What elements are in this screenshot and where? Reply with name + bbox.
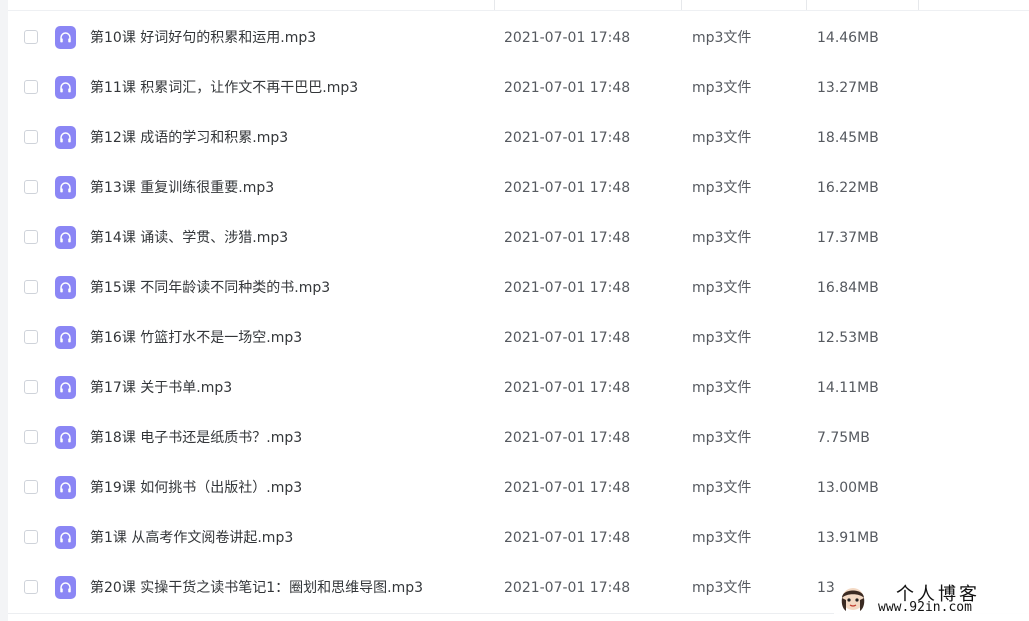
- file-size: 13.91MB: [817, 530, 879, 546]
- avatar-icon: [841, 588, 865, 611]
- column-separator[interactable]: [494, 0, 495, 10]
- row-checkbox[interactable]: [24, 280, 38, 294]
- file-modified-date: 2021-07-01 17:48: [504, 30, 631, 46]
- file-row[interactable]: 第13课 重复训练很重要.mp3 2021-07-01 17:48 mp3文件 …: [8, 163, 1029, 213]
- row-checkbox[interactable]: [24, 80, 38, 94]
- file-row[interactable]: 第1课 从高考作文阅卷讲起.mp3 2021-07-01 17:48 mp3文件…: [8, 513, 1029, 563]
- file-name[interactable]: 第17课 关于书单.mp3: [90, 363, 232, 413]
- file-modified-date: 2021-07-01 17:48: [504, 480, 631, 496]
- file-size: 18.45MB: [817, 130, 879, 146]
- headphones-icon: [55, 376, 76, 399]
- row-checkbox[interactable]: [24, 480, 38, 494]
- column-separator[interactable]: [806, 0, 807, 10]
- headphones-icon: [55, 126, 76, 149]
- file-row[interactable]: 第17课 关于书单.mp3 2021-07-01 17:48 mp3文件 14.…: [8, 363, 1029, 413]
- watermark-url: www.92in.com: [878, 600, 972, 615]
- file-size: 13.27MB: [817, 80, 879, 96]
- file-type: mp3文件: [692, 330, 752, 346]
- file-size: 14.46MB: [817, 30, 879, 46]
- headphones-icon: [55, 176, 76, 199]
- file-name[interactable]: 第12课 成语的学习和积累.mp3: [90, 113, 288, 163]
- file-type: mp3文件: [692, 530, 752, 546]
- file-size: 16.84MB: [817, 280, 879, 296]
- row-checkbox[interactable]: [24, 580, 38, 594]
- file-type: mp3文件: [692, 380, 752, 396]
- file-modified-date: 2021-07-01 17:48: [504, 280, 631, 296]
- file-row[interactable]: 第18课 电子书还是纸质书？.mp3 2021-07-01 17:48 mp3文…: [8, 413, 1029, 463]
- row-checkbox[interactable]: [24, 230, 38, 244]
- row-checkbox[interactable]: [24, 380, 38, 394]
- column-header: [8, 0, 1029, 11]
- file-size: 16.22MB: [817, 180, 879, 196]
- headphones-icon: [55, 276, 76, 299]
- file-modified-date: 2021-07-01 17:48: [504, 180, 631, 196]
- file-row[interactable]: 第15课 不同年龄读不同种类的书.mp3 2021-07-01 17:48 mp…: [8, 263, 1029, 313]
- headphones-icon: [55, 426, 76, 449]
- file-type: mp3文件: [692, 80, 752, 96]
- row-checkbox[interactable]: [24, 530, 38, 544]
- file-name[interactable]: 第16课 竹篮打水不是一场空.mp3: [90, 313, 302, 363]
- file-name[interactable]: 第11课 积累词汇，让作文不再干巴巴.mp3: [90, 63, 358, 113]
- file-name[interactable]: 第20课 实操干货之读书笔记1：圈划和思维导图.mp3: [90, 563, 423, 613]
- file-size: 7.75MB: [817, 430, 870, 446]
- file-type: mp3文件: [692, 130, 752, 146]
- file-modified-date: 2021-07-01 17:48: [504, 380, 631, 396]
- file-modified-date: 2021-07-01 17:48: [504, 330, 631, 346]
- file-modified-date: 2021-07-01 17:48: [504, 580, 631, 596]
- file-list: 第10课 好词好句的积累和运用.mp3 2021-07-01 17:48 mp3…: [8, 13, 1029, 613]
- file-type: mp3文件: [692, 30, 752, 46]
- file-name[interactable]: 第18课 电子书还是纸质书？.mp3: [90, 413, 302, 463]
- file-name[interactable]: 第15课 不同年龄读不同种类的书.mp3: [90, 263, 330, 313]
- file-row[interactable]: 第14课 诵读、学贯、涉猎.mp3 2021-07-01 17:48 mp3文件…: [8, 213, 1029, 263]
- column-separator[interactable]: [918, 0, 919, 10]
- file-size: 13: [817, 580, 835, 596]
- file-size: 14.11MB: [817, 380, 879, 396]
- file-modified-date: 2021-07-01 17:48: [504, 430, 631, 446]
- file-row[interactable]: 第19课 如何挑书（出版社）.mp3 2021-07-01 17:48 mp3文…: [8, 463, 1029, 513]
- file-type: mp3文件: [692, 480, 752, 496]
- left-gutter: [0, 0, 8, 621]
- headphones-icon: [55, 576, 76, 599]
- file-modified-date: 2021-07-01 17:48: [504, 130, 631, 146]
- file-type: mp3文件: [692, 230, 752, 246]
- headphones-icon: [55, 26, 76, 49]
- row-checkbox[interactable]: [24, 430, 38, 444]
- file-browser-page: 第10课 好词好句的积累和运用.mp3 2021-07-01 17:48 mp3…: [0, 0, 1029, 621]
- file-type: mp3文件: [692, 580, 752, 596]
- file-modified-date: 2021-07-01 17:48: [504, 230, 631, 246]
- file-modified-date: 2021-07-01 17:48: [504, 80, 631, 96]
- watermark: 个人博客 www.92in.com: [834, 578, 1029, 621]
- file-type: mp3文件: [692, 180, 752, 196]
- file-name[interactable]: 第10课 好词好句的积累和运用.mp3: [90, 13, 316, 63]
- file-row[interactable]: 第11课 积累词汇，让作文不再干巴巴.mp3 2021-07-01 17:48 …: [8, 63, 1029, 113]
- headphones-icon: [55, 526, 76, 549]
- file-type: mp3文件: [692, 280, 752, 296]
- headphones-icon: [55, 476, 76, 499]
- column-separator[interactable]: [681, 0, 682, 10]
- file-name[interactable]: 第19课 如何挑书（出版社）.mp3: [90, 463, 302, 513]
- headphones-icon: [55, 76, 76, 99]
- row-checkbox[interactable]: [24, 180, 38, 194]
- file-size: 12.53MB: [817, 330, 879, 346]
- headphones-icon: [55, 226, 76, 249]
- row-checkbox[interactable]: [24, 30, 38, 44]
- file-modified-date: 2021-07-01 17:48: [504, 530, 631, 546]
- file-size: 13.00MB: [817, 480, 879, 496]
- file-name[interactable]: 第14课 诵读、学贯、涉猎.mp3: [90, 213, 288, 263]
- file-row[interactable]: 第10课 好词好句的积累和运用.mp3 2021-07-01 17:48 mp3…: [8, 13, 1029, 63]
- row-checkbox[interactable]: [24, 330, 38, 344]
- headphones-icon: [55, 326, 76, 349]
- file-type: mp3文件: [692, 430, 752, 446]
- file-row[interactable]: 第12课 成语的学习和积累.mp3 2021-07-01 17:48 mp3文件…: [8, 113, 1029, 163]
- file-size: 17.37MB: [817, 230, 879, 246]
- file-name[interactable]: 第1课 从高考作文阅卷讲起.mp3: [90, 513, 293, 563]
- file-name[interactable]: 第13课 重复训练很重要.mp3: [90, 163, 274, 213]
- file-row[interactable]: 第16课 竹篮打水不是一场空.mp3 2021-07-01 17:48 mp3文…: [8, 313, 1029, 363]
- row-checkbox[interactable]: [24, 130, 38, 144]
